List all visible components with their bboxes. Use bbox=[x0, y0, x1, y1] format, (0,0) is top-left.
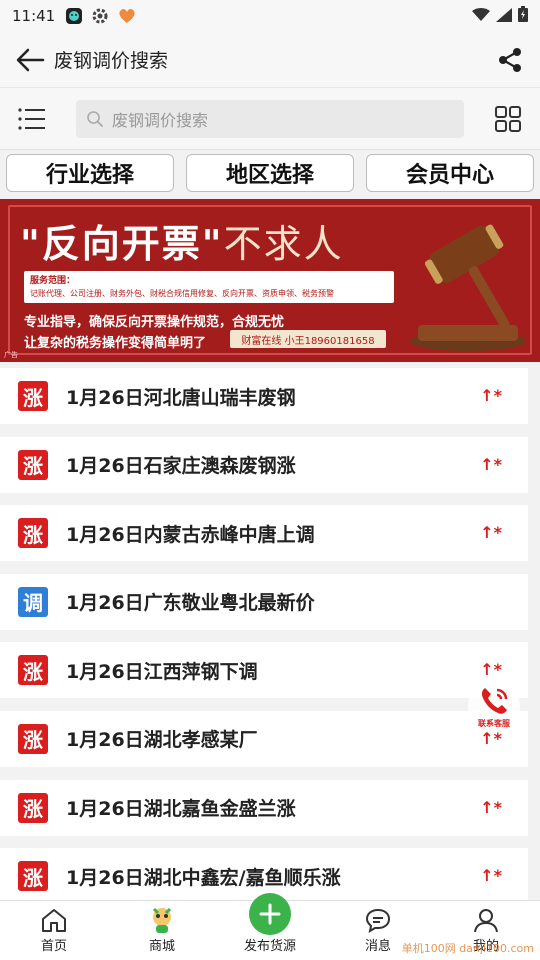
trend-up-icon: ↑* bbox=[480, 797, 502, 817]
filter-button-row: 行业选择 地区选择 会员中心 bbox=[0, 154, 540, 194]
grid-view-button[interactable] bbox=[488, 99, 528, 139]
list-item[interactable]: 涨 1月26日江西萍钢下调 ↑* bbox=[0, 642, 528, 699]
ad-banner[interactable]: "反向开票"不求人 服务范围： 记账代理、公司注册、财务外包、财税合规信用修复、… bbox=[0, 199, 540, 362]
publish-button[interactable] bbox=[249, 893, 291, 935]
contact-service-button[interactable]: 联系客服 bbox=[468, 680, 520, 732]
banner-headline: "反向开票"不求人 bbox=[20, 213, 344, 268]
banner-services-title: 服务范围： bbox=[30, 276, 76, 286]
list-item[interactable]: 调 1月26日广东敬业粤北最新价 bbox=[0, 573, 528, 630]
rise-badge: 涨 bbox=[18, 449, 48, 480]
banner-services-list: 记账代理、公司注册、财务外包、财税合规信用修复、反向开票、资质申领、税务预警 bbox=[30, 289, 334, 298]
list-menu-icon bbox=[18, 107, 45, 130]
banner-line-2: 让复杂的税务操作变得简单明了 bbox=[24, 336, 207, 351]
mall-mascot-icon bbox=[152, 907, 172, 933]
nav-publish[interactable]: 发布货源 bbox=[216, 893, 324, 960]
list-item-title: 1月26日石家庄澳森废钢涨 bbox=[66, 455, 296, 478]
search-placeholder: 废钢调价搜索 bbox=[112, 110, 209, 130]
back-button[interactable] bbox=[10, 40, 50, 80]
search-row: 废钢调价搜索 bbox=[0, 88, 540, 150]
user-icon bbox=[474, 909, 498, 933]
rise-badge: 涨 bbox=[18, 792, 48, 823]
nav-messages-label: 消息 bbox=[364, 939, 391, 954]
price-adjust-list: 涨 1月26日河北唐山瑞丰废钢 ↑* 涨 1月26日石家庄澳森废钢涨 ↑* 涨 … bbox=[0, 368, 540, 917]
rise-badge: 涨 bbox=[18, 861, 48, 892]
ad-label: 广告 bbox=[4, 351, 18, 359]
app-notification-icon bbox=[65, 7, 83, 25]
trend-up-icon: ↑* bbox=[480, 523, 502, 543]
adjust-badge: 调 bbox=[18, 586, 48, 617]
trend-up-icon: ↑* bbox=[480, 386, 502, 405]
gavel-icon bbox=[410, 224, 526, 351]
grid-icon bbox=[495, 105, 521, 132]
share-icon bbox=[499, 47, 521, 72]
list-item-title: 1月26日江西萍钢下调 bbox=[66, 660, 258, 683]
plus-icon bbox=[259, 903, 281, 925]
nav-mall-label: 商城 bbox=[148, 939, 175, 954]
rise-badge: 涨 bbox=[18, 655, 48, 686]
watermark: 单机100网 danji100.com bbox=[401, 942, 534, 955]
home-icon bbox=[42, 909, 66, 932]
search-input[interactable]: 废钢调价搜索 bbox=[76, 99, 464, 138]
signal-icon bbox=[496, 7, 512, 26]
rise-badge: 涨 bbox=[18, 518, 48, 549]
category-menu-button[interactable] bbox=[12, 99, 52, 139]
status-time: 11:41 bbox=[12, 7, 56, 25]
member-center-button[interactable]: 会员中心 bbox=[366, 154, 534, 192]
title-bar: 废钢调价搜索 bbox=[0, 32, 540, 88]
list-item-title: 1月26日内蒙古赤峰中唐上调 bbox=[66, 523, 315, 546]
list-item[interactable]: 涨 1月26日湖北嘉鱼金盛兰涨 ↑* bbox=[0, 779, 528, 836]
list-item[interactable]: 涨 1月26日河北唐山瑞丰废钢 ↑* bbox=[0, 368, 528, 424]
list-item-title: 1月26日河北唐山瑞丰废钢 bbox=[66, 386, 296, 409]
banner-contact: 财富在线 小王18960181658 bbox=[230, 330, 386, 348]
list-item-title: 1月26日湖北嘉鱼金盛兰涨 bbox=[66, 798, 296, 821]
trend-up-icon: ↑* bbox=[480, 866, 502, 886]
contact-service-label: 联系客服 bbox=[478, 718, 510, 728]
list-item-title: 1月26日广东敬业粤北最新价 bbox=[66, 592, 315, 615]
region-select-button[interactable]: 地区选择 bbox=[186, 154, 354, 192]
arrow-left-icon bbox=[16, 48, 45, 71]
banner-headline-rest: 不求人 bbox=[223, 222, 344, 266]
trend-up-icon: ↑* bbox=[480, 454, 502, 474]
nav-home[interactable]: 首页 bbox=[0, 901, 108, 960]
settings-gear-icon bbox=[91, 7, 109, 25]
nav-publish-label: 发布货源 bbox=[243, 939, 296, 954]
trend-up-icon: ↑* bbox=[480, 660, 502, 680]
banner-headline-main: "反向开票" bbox=[20, 222, 224, 266]
message-icon bbox=[365, 908, 391, 933]
nav-home-label: 首页 bbox=[40, 939, 67, 954]
nav-mall[interactable]: 商城 bbox=[108, 901, 216, 960]
wifi-icon bbox=[472, 7, 490, 26]
list-item-title: 1月26日湖北孝感某厂 bbox=[66, 729, 258, 752]
list-item[interactable]: 涨 1月26日石家庄澳森废钢涨 ↑* bbox=[0, 436, 528, 493]
search-icon bbox=[87, 110, 103, 127]
phone-icon bbox=[481, 687, 508, 714]
share-button[interactable] bbox=[490, 40, 530, 80]
list-item[interactable]: 涨 1月26日湖北孝感某厂 ↑* bbox=[0, 710, 528, 767]
industry-select-button[interactable]: 行业选择 bbox=[6, 154, 174, 192]
banner-line-1: 专业指导，确保反向开票操作规范，合规无忧 bbox=[24, 315, 285, 330]
status-bar: 11:41 bbox=[0, 0, 540, 32]
rise-badge: 涨 bbox=[18, 381, 48, 411]
page-title: 废钢调价搜索 bbox=[54, 50, 169, 72]
banner-services-box: 服务范围： 记账代理、公司注册、财务外包、财税合规信用修复、反向开票、资质申领、… bbox=[24, 271, 394, 303]
list-item[interactable]: 涨 1月26日内蒙古赤峰中唐上调 ↑* bbox=[0, 505, 528, 562]
rise-badge: 涨 bbox=[18, 723, 48, 754]
battery-icon bbox=[518, 6, 528, 26]
app-heart-icon bbox=[117, 8, 137, 24]
list-item-title: 1月26日湖北中鑫宏/嘉鱼顺乐涨 bbox=[66, 866, 341, 889]
